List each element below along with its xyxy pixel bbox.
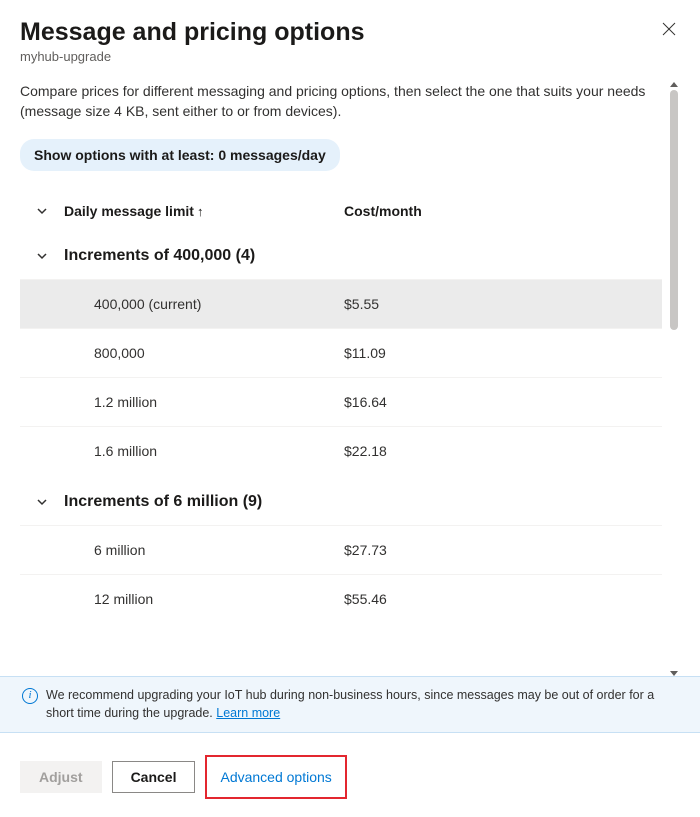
chevron-down-icon <box>36 205 48 217</box>
filter-pill[interactable]: Show options with at least: 0 messages/d… <box>20 139 340 171</box>
highlight-box: Advanced options <box>205 755 346 799</box>
cell-cost: $22.18 <box>344 443 662 459</box>
info-icon: i <box>22 688 38 704</box>
expand-all-toggle[interactable] <box>20 205 64 217</box>
close-button[interactable] <box>658 18 680 43</box>
cell-limit: 1.6 million <box>64 443 344 459</box>
column-header-limit[interactable]: Daily message limit↑ <box>64 203 344 219</box>
cancel-button[interactable]: Cancel <box>112 761 196 793</box>
group-label: Increments of 400,000 (4) <box>64 247 344 265</box>
scroll-up-icon <box>670 82 678 87</box>
description-text: Compare prices for different messaging a… <box>20 82 662 121</box>
table-row[interactable]: 800,000 $11.09 <box>20 328 662 377</box>
scroll-thumb[interactable] <box>670 90 678 330</box>
group-header[interactable]: Increments of 6 million (9) <box>20 475 662 525</box>
table-row[interactable]: 6 million $27.73 <box>20 525 662 574</box>
cell-limit: 400,000 (current) <box>64 296 344 312</box>
group-label: Increments of 6 million (9) <box>64 493 344 511</box>
chevron-down-icon <box>36 496 48 508</box>
column-header-limit-label: Daily message limit <box>64 203 194 219</box>
chevron-down-icon <box>36 250 48 262</box>
column-header-cost[interactable]: Cost/month <box>344 203 662 219</box>
adjust-button: Adjust <box>20 761 102 793</box>
close-icon <box>662 22 676 36</box>
cell-limit: 1.2 million <box>64 394 344 410</box>
table-row[interactable]: 400,000 (current) $5.55 <box>20 279 662 328</box>
cell-limit: 6 million <box>64 542 344 558</box>
scrollbar[interactable] <box>668 82 680 676</box>
info-text: We recommend upgrading your IoT hub duri… <box>46 688 654 720</box>
cell-limit: 800,000 <box>64 345 344 361</box>
cell-cost: $27.73 <box>344 542 662 558</box>
page-title: Message and pricing options <box>20 18 365 47</box>
cell-limit: 12 million <box>64 591 344 607</box>
learn-more-link[interactable]: Learn more <box>216 706 280 720</box>
cell-cost: $5.55 <box>344 296 662 312</box>
table-row[interactable]: 12 million $55.46 <box>20 574 662 623</box>
cell-cost: $11.09 <box>344 345 662 361</box>
scroll-down-icon <box>670 671 678 676</box>
table-row[interactable]: 1.2 million $16.64 <box>20 377 662 426</box>
cell-cost: $55.46 <box>344 591 662 607</box>
footer-actions: Adjust Cancel Advanced options <box>20 733 680 817</box>
cell-cost: $16.64 <box>344 394 662 410</box>
table-row[interactable]: 1.6 million $22.18 <box>20 426 662 475</box>
column-headers-row: Daily message limit↑ Cost/month <box>20 197 662 229</box>
sort-ascending-icon: ↑ <box>197 204 204 219</box>
advanced-options-link[interactable]: Advanced options <box>209 761 342 793</box>
resource-subtitle: myhub-upgrade <box>20 49 680 64</box>
group-header[interactable]: Increments of 400,000 (4) <box>20 229 662 279</box>
info-banner: i We recommend upgrading your IoT hub du… <box>0 676 700 733</box>
